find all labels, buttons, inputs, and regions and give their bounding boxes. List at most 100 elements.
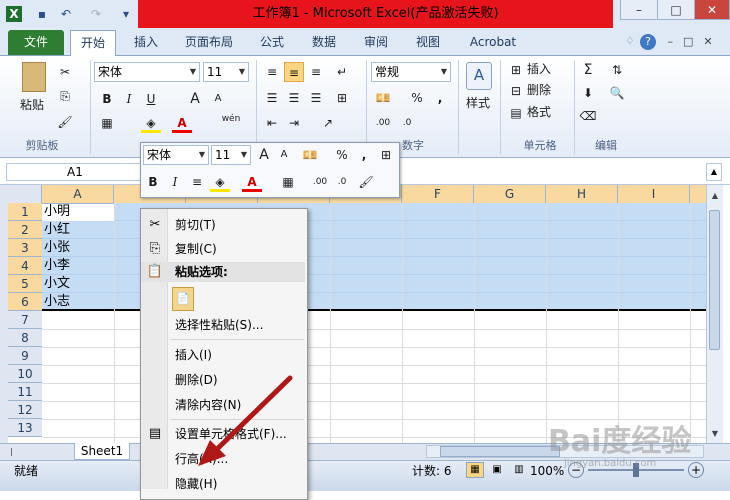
workbook-window-controls-icon[interactable]: –□✕ bbox=[664, 34, 726, 50]
mini-merge-icon[interactable]: ⊞ bbox=[376, 145, 396, 165]
row-header-5[interactable]: 5 bbox=[8, 275, 42, 293]
collapse-ribbon-icon[interactable]: ♢ bbox=[622, 34, 638, 50]
cell-a5[interactable]: 小文 bbox=[44, 275, 70, 293]
wrap-text-icon[interactable]: ↵ bbox=[332, 62, 352, 82]
zoom-level[interactable]: 100% bbox=[530, 462, 564, 480]
styles-icon[interactable]: A bbox=[466, 62, 492, 90]
select-all-corner[interactable] bbox=[8, 185, 42, 203]
clear-icon[interactable]: ⌫ bbox=[578, 106, 598, 126]
align-center-icon[interactable]: ☰ bbox=[284, 88, 304, 108]
tab-formulas[interactable]: 公式 bbox=[250, 30, 294, 55]
row-header-7[interactable]: 7 bbox=[8, 311, 42, 329]
row-header-3[interactable]: 3 bbox=[8, 239, 42, 257]
tab-insert[interactable]: 插入 bbox=[124, 30, 168, 55]
scroll-down-icon[interactable]: ▼ bbox=[709, 428, 721, 440]
fill-color-icon[interactable]: ◈ bbox=[141, 113, 161, 133]
page-break-view-icon[interactable]: ▥ bbox=[510, 462, 528, 478]
align-top-icon[interactable]: ≡ bbox=[262, 62, 282, 82]
format-painter-icon[interactable]: 🖌 bbox=[55, 112, 75, 132]
zoom-in-button[interactable]: + bbox=[688, 462, 704, 478]
tab-view[interactable]: 视图 bbox=[406, 30, 450, 55]
vertical-scroll-thumb[interactable] bbox=[709, 210, 720, 350]
mini-increase-decimal-icon[interactable]: .00 bbox=[310, 172, 330, 192]
column-header-g[interactable]: G bbox=[474, 185, 546, 203]
tab-acrobat[interactable]: Acrobat bbox=[460, 30, 526, 55]
row-header-12[interactable]: 12 bbox=[8, 401, 42, 419]
format-cells-icon[interactable]: ▤ bbox=[506, 103, 526, 123]
menu-item-copy[interactable]: 复制(C) bbox=[175, 238, 217, 260]
mini-font-name-combo[interactable]: 宋体 ▼ bbox=[143, 145, 209, 165]
row-header-1[interactable]: 1 bbox=[8, 203, 42, 221]
decrease-indent-icon[interactable]: ⇤ bbox=[262, 113, 282, 133]
cell-a1[interactable]: 小明 bbox=[44, 203, 70, 221]
percent-button[interactable]: % bbox=[407, 88, 427, 108]
row-header-11[interactable]: 11 bbox=[8, 383, 42, 401]
cut-icon[interactable]: ✂ bbox=[55, 62, 75, 82]
delete-cells-button[interactable]: 删除 bbox=[527, 81, 551, 99]
scroll-up-icon[interactable]: ▲ bbox=[709, 190, 721, 202]
tab-file[interactable]: 文件 bbox=[8, 30, 64, 55]
mini-percent-button[interactable]: % bbox=[332, 145, 352, 165]
phonetic-button[interactable]: wén bbox=[218, 109, 244, 129]
row-header-9[interactable]: 9 bbox=[8, 347, 42, 365]
font-name-combo[interactable]: 宋体 ▼ bbox=[94, 62, 200, 82]
undo-icon[interactable]: ↶ bbox=[58, 6, 74, 22]
number-format-combo[interactable]: 常规 ▼ bbox=[371, 62, 451, 82]
paste-clipboard-icon[interactable]: 📄 bbox=[172, 287, 194, 311]
styles-button[interactable]: 样式 bbox=[466, 94, 490, 112]
increase-decimal-icon[interactable]: .00 bbox=[373, 113, 393, 133]
menu-item-paste-special[interactable]: 选择性粘贴(S)... bbox=[175, 314, 263, 336]
row-header-10[interactable]: 10 bbox=[8, 365, 42, 383]
mini-fill-color-icon[interactable]: ◈ bbox=[210, 172, 230, 192]
row-header-4[interactable]: 4 bbox=[8, 257, 42, 275]
sheet-tab-sheet1[interactable]: Sheet1 bbox=[74, 443, 130, 460]
row-header-6[interactable]: 6 bbox=[8, 293, 42, 311]
font-color-icon[interactable]: A bbox=[172, 113, 192, 133]
normal-view-icon[interactable]: ▦ bbox=[466, 462, 484, 478]
column-header-i[interactable]: I bbox=[618, 185, 690, 203]
align-right-icon[interactable]: ☰ bbox=[306, 88, 326, 108]
menu-item-hide[interactable]: 隐藏(H) bbox=[175, 473, 217, 495]
row-header-8[interactable]: 8 bbox=[8, 329, 42, 347]
mini-accounting-icon[interactable]: 💴 bbox=[300, 145, 320, 165]
shrink-font-button[interactable]: A bbox=[208, 89, 228, 109]
sort-filter-icon[interactable]: ⇅ bbox=[607, 60, 627, 80]
mini-borders-icon[interactable]: ▦ bbox=[278, 172, 298, 192]
paste-button[interactable]: 粘贴 bbox=[20, 96, 44, 114]
italic-button[interactable]: I bbox=[119, 89, 139, 109]
customize-qat-icon[interactable]: ▾ bbox=[118, 6, 134, 22]
close-button[interactable]: ✕ bbox=[694, 0, 730, 20]
underline-button[interactable]: U bbox=[141, 89, 161, 109]
paste-icon[interactable] bbox=[22, 62, 46, 92]
name-box[interactable]: A1 bbox=[6, 163, 144, 181]
mini-shrink-font-button[interactable]: A bbox=[274, 145, 294, 165]
accounting-format-icon[interactable]: 💴 bbox=[373, 88, 393, 108]
borders-icon[interactable]: ▦ bbox=[97, 113, 117, 133]
mini-bold-button[interactable]: B bbox=[143, 172, 163, 192]
mini-italic-button[interactable]: I bbox=[165, 172, 185, 192]
insert-cells-icon[interactable]: ⊞ bbox=[506, 60, 526, 80]
redo-icon[interactable]: ↷ bbox=[88, 6, 104, 22]
mini-comma-button[interactable]: , bbox=[354, 145, 374, 165]
tab-review[interactable]: 审阅 bbox=[354, 30, 398, 55]
menu-item-cut[interactable]: 剪切(T) bbox=[175, 214, 216, 236]
cell-a2[interactable]: 小红 bbox=[44, 221, 70, 239]
mini-format-painter-icon[interactable]: 🖌 bbox=[356, 172, 376, 192]
row-header-2[interactable]: 2 bbox=[8, 221, 42, 239]
bold-button[interactable]: B bbox=[97, 89, 117, 109]
fill-icon[interactable]: ⬇ bbox=[578, 83, 598, 103]
row-header-13[interactable]: 13 bbox=[8, 419, 42, 437]
cell-a3[interactable]: 小张 bbox=[44, 239, 70, 257]
cell-a6[interactable]: 小志 bbox=[44, 293, 70, 311]
font-size-combo[interactable]: 11 ▼ bbox=[203, 62, 249, 82]
tab-page-layout[interactable]: 页面布局 bbox=[176, 30, 242, 55]
page-layout-view-icon[interactable]: ▣ bbox=[488, 462, 506, 478]
grow-font-button[interactable]: A bbox=[185, 89, 205, 109]
cell-a4[interactable]: 小李 bbox=[44, 257, 70, 275]
copy-icon[interactable]: ⎘ bbox=[55, 86, 75, 106]
help-icon[interactable]: ? bbox=[640, 34, 656, 50]
tab-data[interactable]: 数据 bbox=[302, 30, 346, 55]
increase-indent-icon[interactable]: ⇥ bbox=[284, 113, 304, 133]
find-select-icon[interactable]: 🔍 bbox=[607, 83, 627, 103]
save-icon[interactable]: ▪ bbox=[34, 6, 50, 22]
